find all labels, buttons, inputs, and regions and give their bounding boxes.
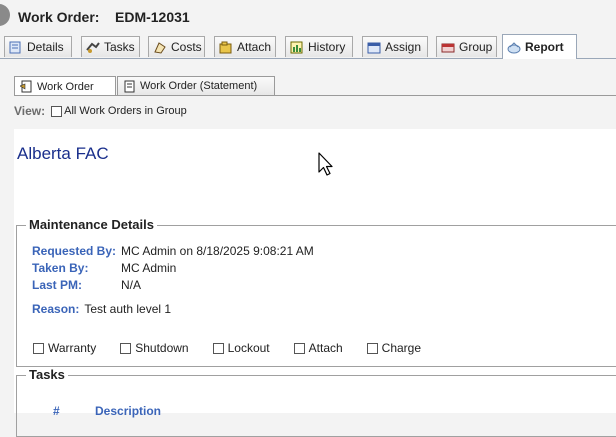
view-filter-row: View: All Work Orders in Group [14,104,187,118]
document-icon [123,80,136,93]
main-tab-strip: Details Tasks Costs Attach History Assig… [0,34,616,59]
tab-attach[interactable]: Attach [214,36,276,57]
tab-details-label: Details [27,40,64,54]
tab-assign[interactable]: Assign [362,36,428,57]
taken-by-label: Taken By: [32,261,89,275]
tab-costs-label: Costs [171,40,202,54]
requested-by-value: MC Admin on 8/18/2025 9:08:21 AM [121,244,314,258]
maintenance-details-section: Maintenance Details Requested By: MC Admi… [16,217,616,367]
flag-shutdown: Shutdown [120,341,189,355]
shutdown-label: Shutdown [135,341,189,355]
title-bar: Work Order: EDM-12031 [0,0,616,34]
requested-by-label: Requested By: [32,244,117,258]
tab-tasks[interactable]: Tasks [81,36,140,57]
attach-label: Attach [308,341,343,355]
tasks-section: Tasks # Description [16,367,616,437]
tab-history-label: History [308,40,346,54]
report-icon [507,41,521,54]
app-circle-icon [0,4,10,26]
last-pm-value: N/A [121,278,142,292]
taken-by-row: Taken By: MC Admin [32,261,176,275]
tasks-col-number: # [53,404,60,418]
warranty-checkbox[interactable] [33,342,44,354]
tab-report[interactable]: Report [502,34,577,59]
last-pm-label: Last PM: [32,278,83,292]
tab-assign-label: Assign [385,40,422,54]
reason-value: Test auth level 1 [84,302,172,316]
reason-label: Reason: [32,302,80,316]
details-icon [9,41,23,54]
subtab-statement-label: Work Order (Statement) [140,80,258,92]
document-icon [19,80,33,93]
tab-group-label: Group [459,40,493,54]
all-work-orders-checkbox[interactable] [51,105,63,117]
charge-label: Charge [381,341,422,355]
flag-lockout: Lockout [212,341,270,355]
requested-by-row: Requested By: MC Admin on 8/18/2025 9:08:… [32,244,314,258]
tab-group[interactable]: Group [436,36,497,57]
last-pm-row: Last PM: N/A [32,278,141,292]
work-order-label: Work Order: [18,9,100,25]
taken-by-value: MC Admin [121,261,177,275]
tab-attach-label: Attach [237,40,272,54]
lockout-checkbox[interactable] [212,342,224,354]
attach-checkbox[interactable] [293,342,305,354]
tab-costs[interactable]: Costs [148,36,205,57]
shutdown-checkbox[interactable] [120,342,132,354]
report-document: Alberta FAC Maintenance Details Requeste… [14,129,616,437]
org-name: Alberta FAC [17,144,109,163]
assign-icon [367,41,381,54]
warranty-label: Warranty [48,341,97,355]
report-panel: Work Order Work Order (Statement) View: … [0,59,616,437]
work-order-number: EDM-12031 [115,9,190,25]
tab-details[interactable]: Details [4,36,72,57]
flag-warranty: Warranty [33,341,96,355]
flags-row: Warranty Shutdown Lockout Attach Charge [33,341,445,355]
tasks-col-description: Description [95,404,162,418]
tasks-icon [86,41,100,54]
group-icon [441,41,455,54]
tasks-legend: Tasks [26,367,68,382]
subtab-divider [14,95,616,96]
subtab-work-order-label: Work Order [37,80,94,93]
charge-checkbox[interactable] [366,342,378,354]
subtab-work-order-statement[interactable]: Work Order (Statement) [117,76,275,95]
subtab-work-order[interactable]: Work Order [14,76,116,96]
tab-tasks-label: Tasks [104,40,135,54]
reason-row: Reason: Test auth level 1 [32,302,171,316]
attach-icon [219,41,233,54]
lockout-label: Lockout [227,341,270,355]
view-label: View: [14,104,46,118]
costs-icon [153,41,167,54]
tab-history[interactable]: History [285,36,353,57]
tab-report-label: Report [525,40,564,54]
mouse-pointer-icon [318,152,334,181]
history-icon [290,41,304,54]
flag-attach: Attach [293,341,343,355]
flag-charge: Charge [366,341,422,355]
all-work-orders-label: All Work Orders in Group [64,105,187,117]
maintenance-details-legend: Maintenance Details [26,217,157,232]
